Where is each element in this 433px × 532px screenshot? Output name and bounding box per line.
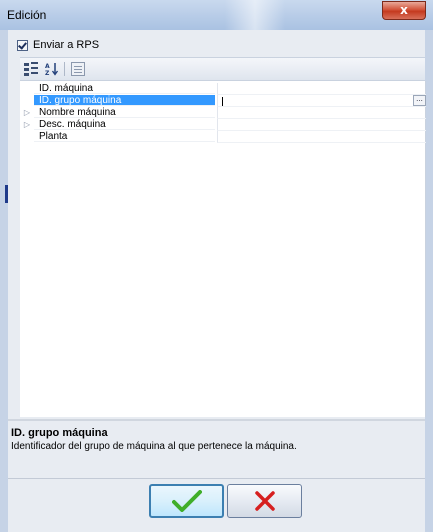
text-caret: [222, 97, 223, 106]
send-to-rps-label: Enviar a RPS: [33, 39, 100, 51]
property-value[interactable]: [217, 131, 426, 143]
row-gutter: [20, 83, 34, 95]
property-name: ID. grupo máquina: [34, 95, 215, 106]
frame-marker: [5, 185, 8, 203]
categorized-icon[interactable]: [24, 62, 38, 76]
property-row[interactable]: ID. máquina: [20, 83, 426, 95]
row-gutter: [20, 131, 34, 143]
expand-arrow-icon[interactable]: ▷: [20, 107, 34, 119]
title-bar: Edición x: [0, 0, 433, 31]
property-name: Nombre máquina: [34, 107, 215, 118]
svg-text:Z: Z: [45, 70, 50, 76]
property-value[interactable]: [217, 107, 426, 119]
cross-icon: [254, 491, 275, 511]
property-row[interactable]: ▷ Desc. máquina: [20, 119, 426, 131]
window-frame-left: [0, 30, 8, 532]
title-bar-glare: [225, 0, 285, 30]
property-name: ID. máquina: [34, 83, 215, 94]
property-grid-toolbar: A Z: [20, 57, 425, 81]
description-text: Identificador del grupo de máquina al qu…: [11, 441, 297, 452]
description-panel: ID. grupo máquina Identificador del grup…: [8, 419, 425, 468]
property-value[interactable]: [217, 119, 426, 131]
cancel-button[interactable]: [227, 484, 302, 518]
property-value[interactable]: [217, 83, 426, 95]
footer-separator: [8, 478, 425, 479]
send-to-rps-row[interactable]: Enviar a RPS: [17, 37, 99, 53]
svg-text:A: A: [45, 63, 50, 70]
property-name: Desc. máquina: [34, 119, 215, 130]
property-value-editor[interactable]: ...: [217, 95, 426, 107]
description-title: ID. grupo máquina: [11, 427, 108, 439]
close-icon: x: [400, 3, 408, 17]
browse-ellipsis-button[interactable]: ...: [413, 95, 426, 106]
property-row[interactable]: ▷ Nombre máquina: [20, 107, 426, 119]
property-row-selected[interactable]: ID. grupo máquina ...: [20, 95, 426, 107]
property-row[interactable]: Planta: [20, 131, 426, 143]
expand-arrow-icon[interactable]: ▷: [20, 119, 34, 131]
window-title: Edición: [7, 8, 47, 22]
window-frame-right: [425, 30, 433, 532]
send-to-rps-checkbox[interactable]: [17, 39, 28, 51]
close-button[interactable]: x: [382, 1, 426, 20]
alphabetical-sort-icon[interactable]: A Z: [45, 62, 59, 77]
row-gutter: [20, 95, 34, 107]
property-name: Planta: [34, 131, 215, 142]
ok-button[interactable]: [149, 484, 224, 518]
toolbar-separator: [64, 62, 65, 76]
property-grid: ID. máquina ID. grupo máquina ... ▷ Nomb…: [20, 81, 426, 417]
checkmark-icon: [171, 490, 202, 512]
property-pages-icon[interactable]: [71, 62, 85, 76]
